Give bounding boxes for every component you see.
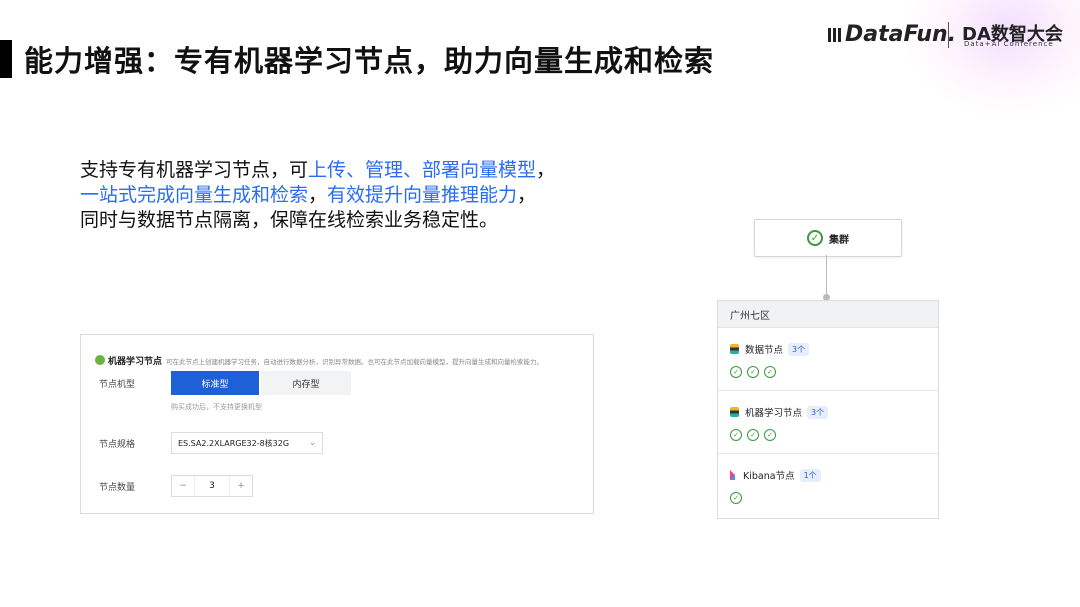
datafun-logo: DataFun.: [828, 22, 956, 47]
node-spec-label: 节点规格: [99, 440, 136, 450]
node-status-checks: ✓ ✓ ✓: [730, 429, 776, 441]
description-line-3: 同时与数据节点隔离，保障在线检索业务稳定性。: [80, 209, 499, 231]
node-type-hint: 购买成功后，不支持更换机型: [171, 403, 262, 411]
region-box: 广州七区 数据节点 3个 ✓ ✓ ✓ 机器学习节点 3个 ✓ ✓ ✓ Kibana节…: [717, 300, 939, 519]
cluster-box: ✓ 集群: [754, 219, 902, 257]
node-count-value[interactable]: 3: [195, 476, 229, 496]
node-label: 机器学习节点: [745, 408, 803, 419]
datafun-logo-text: DataFun.: [845, 22, 957, 47]
panel-title: 机器学习节点: [108, 357, 163, 367]
node-type-label: 节点机型: [99, 380, 136, 390]
status-dot-icon: [95, 355, 105, 365]
node-status-checks: ✓: [730, 492, 742, 504]
description-text: 支持专有机器学习节点，可上传、管理、部署向量模型， 一站式完成向量生成和检索，有…: [80, 158, 555, 233]
check-circle-icon: ✓: [730, 492, 742, 504]
decrement-button[interactable]: −: [172, 476, 195, 496]
check-circle-icon: ✓: [730, 366, 742, 378]
check-circle-icon: ✓: [764, 366, 776, 378]
elasticsearch-icon: [730, 344, 739, 354]
node-row-kibana: Kibana节点 1个 ✓: [718, 453, 938, 516]
increment-button[interactable]: +: [229, 476, 252, 496]
elasticsearch-icon: [730, 407, 739, 417]
node-count-label: 节点数量: [99, 483, 136, 493]
region-header: 广州七区: [718, 301, 938, 327]
node-title: 机器学习节点 3个: [730, 405, 829, 419]
check-circle-icon: ✓: [807, 230, 823, 246]
connector-line: [826, 255, 827, 297]
cluster-label: 集群: [829, 234, 849, 246]
node-type-standard-button[interactable]: 标准型: [171, 371, 259, 395]
node-count-badge: 1个: [799, 468, 821, 482]
chevron-down-icon: ⌄: [309, 438, 316, 447]
node-row-ml: 机器学习节点 3个 ✓ ✓ ✓: [718, 390, 938, 453]
node-title: Kibana节点 1个: [730, 468, 821, 482]
datafun-logo-mark-icon: [828, 28, 842, 42]
node-row-data: 数据节点 3个 ✓ ✓ ✓: [718, 327, 938, 390]
node-count-badge: 3个: [788, 342, 810, 356]
check-circle-icon: ✓: [730, 429, 742, 441]
title-accent-bar: [0, 40, 12, 78]
node-spec-select[interactable]: ES.SA2.2XLARGE32-8核32G ⌄: [171, 432, 323, 454]
decorative-glow: [900, 0, 1080, 120]
node-count-stepper: − 3 +: [171, 475, 253, 497]
node-title: 数据节点 3个: [730, 342, 810, 356]
panel-description: 可在此节点上创建机器学习任务，自动进行数据分析，识别异常数据。也可在此节点加载向…: [166, 358, 544, 366]
node-spec-value: ES.SA2.2XLARGE32-8核32G: [178, 438, 290, 448]
logo-divider: [948, 22, 949, 48]
check-circle-icon: ✓: [747, 429, 759, 441]
description-line-2: 一站式完成向量生成和检索，有效提升向量推理能力，: [80, 184, 537, 206]
check-circle-icon: ✓: [747, 366, 759, 378]
node-label: 数据节点: [745, 345, 784, 356]
node-count-badge: 3个: [807, 405, 829, 419]
kibana-icon: [730, 470, 735, 480]
panel-header: 机器学习节点 可在此节点上创建机器学习任务，自动进行数据分析，识别异常数据。也可在…: [95, 349, 543, 368]
page-title: 能力增强：专有机器学习节点，助力向量生成和检索: [24, 44, 715, 78]
ml-node-config-panel: 机器学习节点 可在此节点上创建机器学习任务，自动进行数据分析，识别异常数据。也可在…: [80, 334, 594, 514]
node-label: Kibana节点: [743, 471, 795, 482]
description-line-1: 支持专有机器学习节点，可上传、管理、部署向量模型，: [80, 159, 556, 181]
node-type-memory-button[interactable]: 内存型: [261, 371, 351, 395]
node-status-checks: ✓ ✓ ✓: [730, 366, 776, 378]
da-logo-subtitle: Data+AI Conference: [964, 40, 1054, 48]
check-circle-icon: ✓: [764, 429, 776, 441]
